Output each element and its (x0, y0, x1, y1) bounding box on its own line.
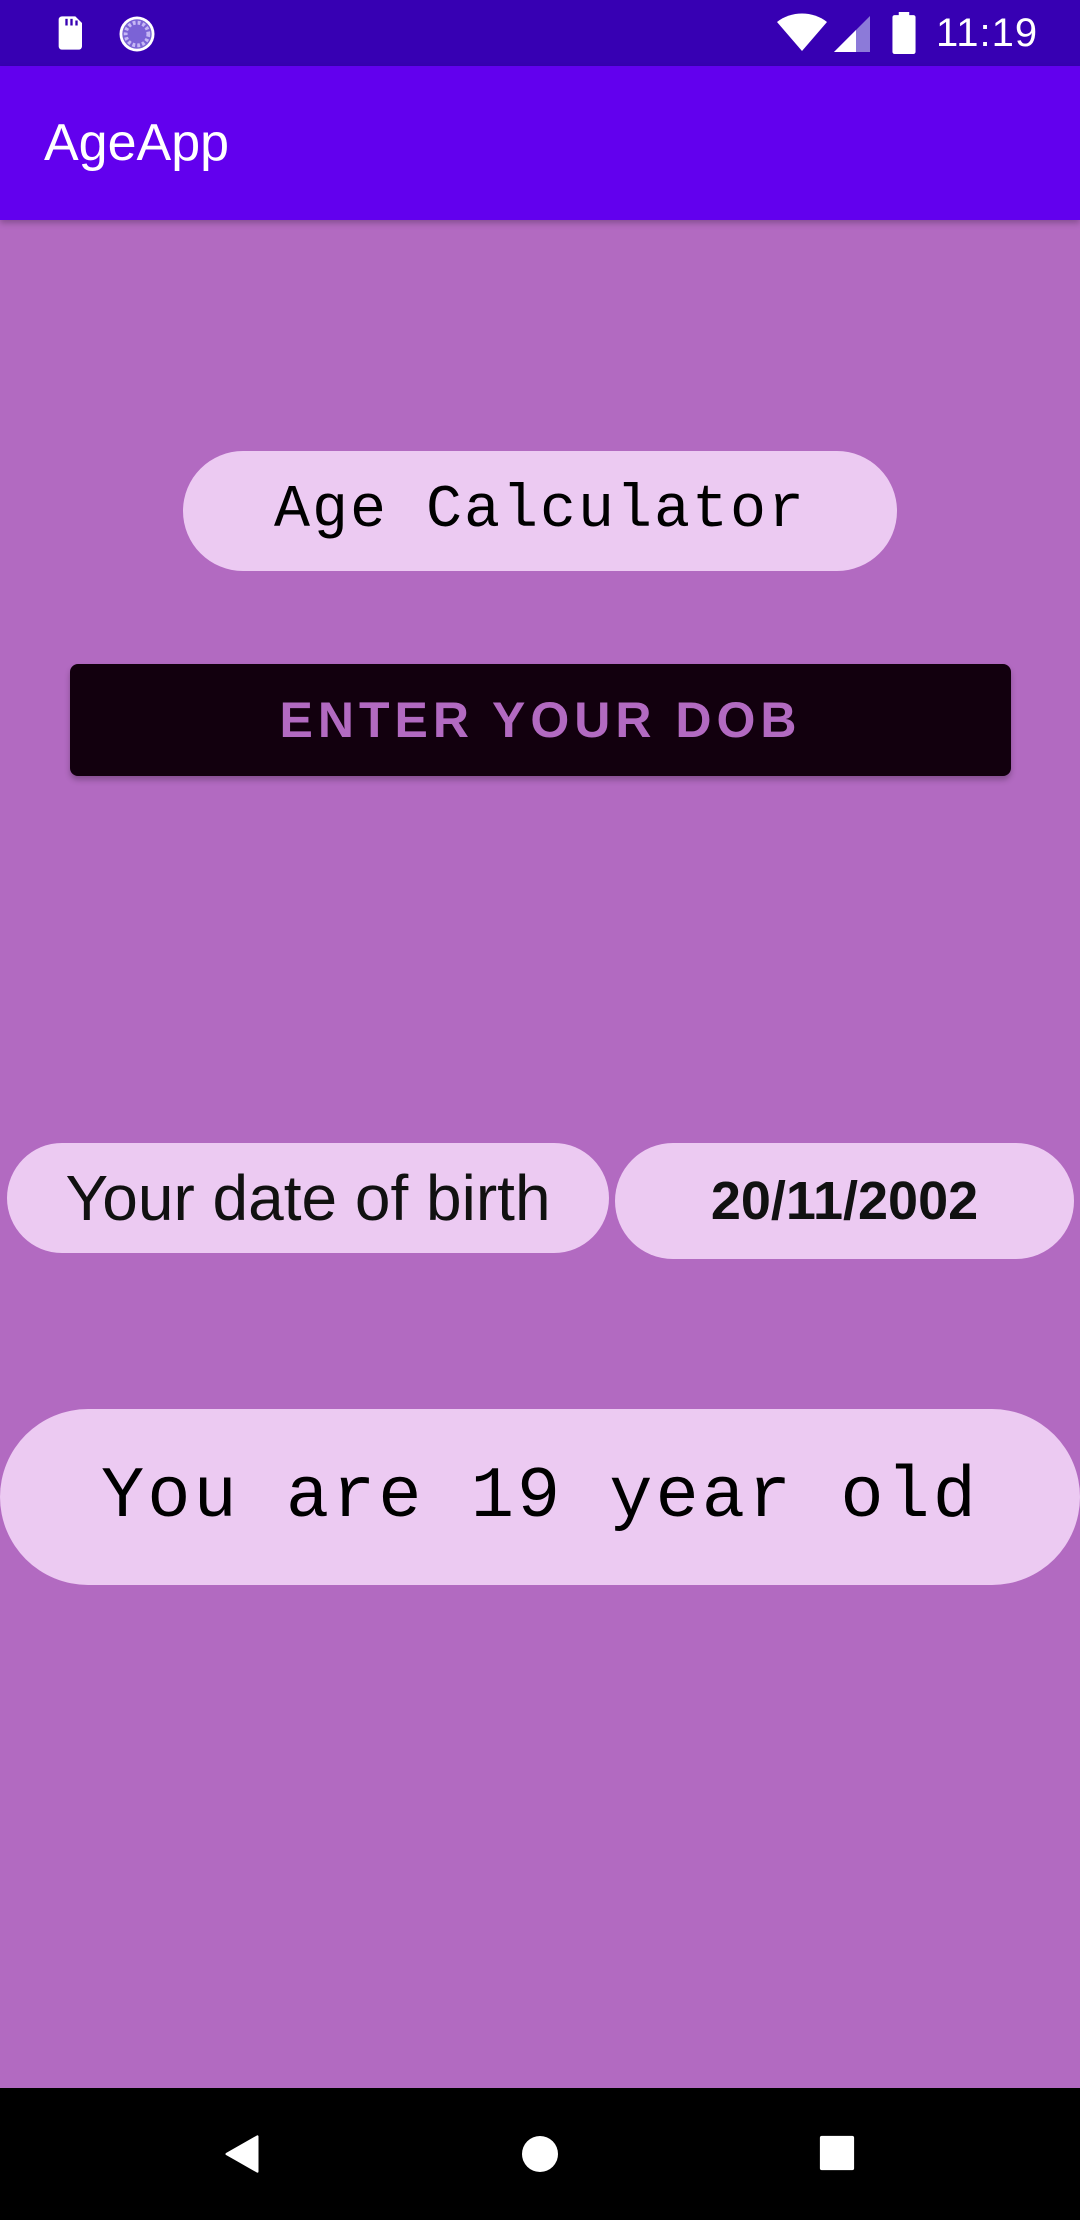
wifi-icon (777, 13, 827, 51)
system-nav-bar (0, 2088, 1080, 2220)
battery-icon (892, 12, 916, 54)
status-clock: 11:19 (936, 11, 1039, 55)
age-calculator-heading: Age Calculator (183, 451, 897, 571)
sync-icon (119, 16, 155, 52)
sd-card-icon (58, 16, 82, 50)
cell-signal-icon (834, 16, 870, 52)
recents-icon[interactable] (818, 2134, 856, 2172)
enter-dob-button[interactable]: ENTER YOUR DOB (70, 664, 1011, 776)
dob-label: Your date of birth (7, 1143, 609, 1253)
app-bar: AgeApp (0, 66, 1080, 220)
back-icon[interactable] (220, 2132, 264, 2176)
dob-value: 20/11/2002 (615, 1143, 1074, 1259)
home-icon[interactable] (520, 2134, 560, 2174)
age-result-text: You are 19 year old (0, 1409, 1080, 1585)
app-title: AgeApp (44, 114, 230, 172)
status-bar: 11:19 (0, 0, 1080, 66)
age-app-screen: 11:19 AgeApp Age Calculator ENTER YOUR D… (0, 0, 1080, 2220)
